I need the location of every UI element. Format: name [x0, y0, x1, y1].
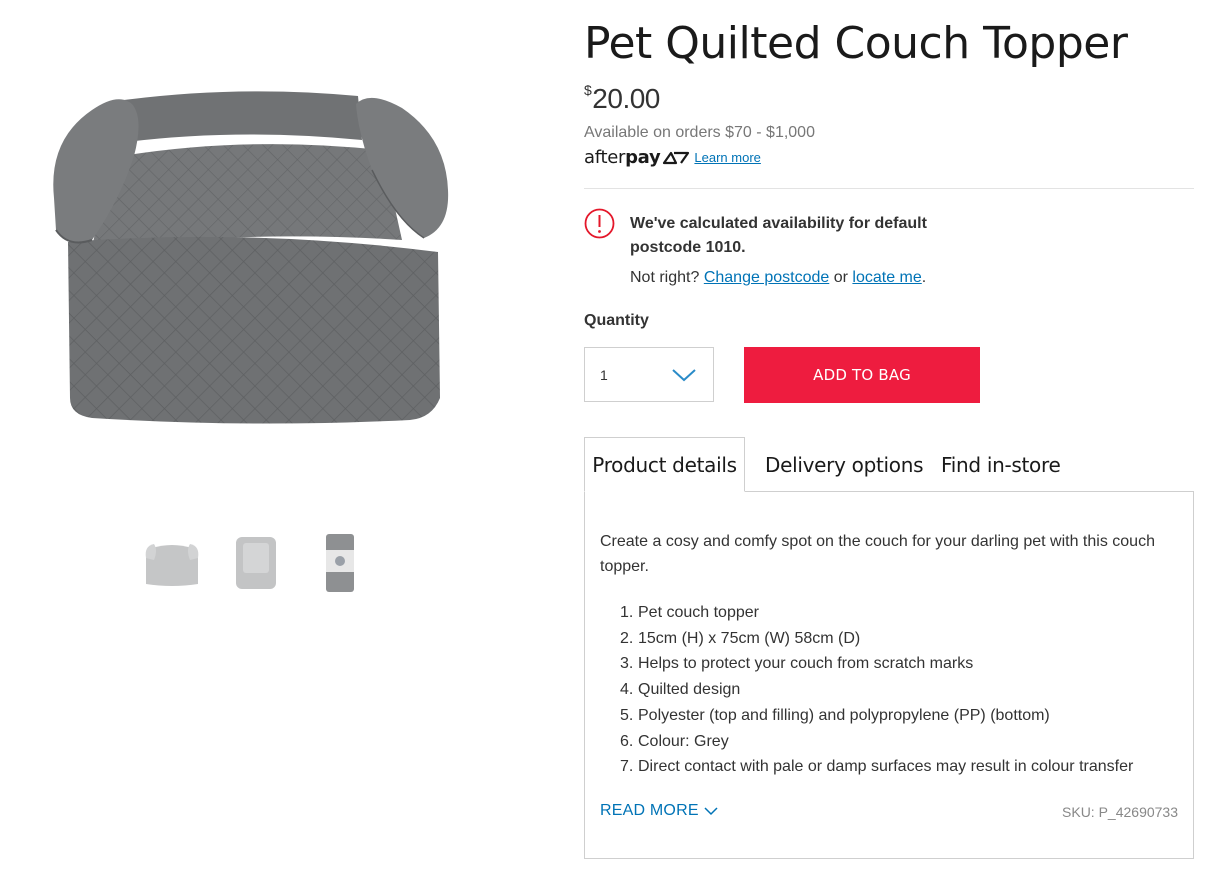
chevron-down-icon [672, 369, 696, 382]
feature-list: 1. Pet couch topper 2. 15cm (H) x 75cm (W)… [600, 600, 1180, 780]
list-item-text: Pet couch topper [638, 604, 759, 621]
afterpay-mark-icon [663, 151, 690, 164]
afterpay-logo-bold: pay [625, 147, 661, 168]
afterpay-row: after pay Learn more [584, 147, 761, 168]
product-tabs: Product details Delivery options Find in… [584, 437, 1194, 492]
product-description: Create a cosy and comfy spot on the couc… [600, 533, 1155, 575]
availability-subtext: Not right? Change postcode or locate me. [630, 269, 926, 287]
list-item-number: 3. [620, 655, 634, 673]
quantity-select[interactable]: 1 [584, 347, 714, 402]
list-item-text: Colour: Grey [638, 732, 729, 750]
quantity-value: 1 [600, 367, 608, 383]
thumbnail-strip [140, 530, 372, 596]
product-price: $20.00 [584, 82, 660, 115]
price-currency: $ [584, 82, 592, 98]
locate-me-link[interactable]: locate me [852, 269, 921, 286]
product-sku: SKU: P_42690733 [1062, 804, 1178, 820]
list-item-number: 6. [620, 732, 634, 750]
change-postcode-link[interactable]: Change postcode [704, 269, 829, 286]
availability-prefix: Not right? [630, 269, 700, 286]
afterpay-note: Available on orders $70 - $1,000 [584, 124, 815, 141]
list-item-number: 4. [620, 681, 634, 699]
list-item: 3. Helps to protect your couch from scrat… [600, 651, 1180, 677]
tab-product-details[interactable]: Product details [584, 437, 745, 492]
list-item-text: Polyester (top and filling) and polyprop… [638, 706, 1050, 724]
divider [584, 188, 1194, 189]
list-item: 7. Direct contact with pale or damp surfa… [600, 754, 1180, 780]
list-item: 6. Colour: Grey [600, 729, 1180, 755]
thumbnail-3[interactable] [308, 530, 372, 596]
tab-delivery-options[interactable]: Delivery options [765, 437, 924, 492]
read-more-label: READ MORE [600, 802, 699, 819]
availability-message: We've calculated availability for defaul… [630, 215, 927, 256]
product-details-panel: Create a cosy and comfy spot on the couc… [584, 491, 1194, 859]
afterpay-logo-prefix: after [584, 147, 626, 168]
main-product-image[interactable] [40, 80, 460, 430]
list-item-number: 2. [620, 629, 634, 647]
thumbnail-2[interactable] [224, 530, 288, 596]
list-item-text: Direct contact with pale or damp surface… [638, 758, 1134, 776]
list-item-number: 1. [620, 604, 634, 621]
list-item-text: Quilted design [638, 681, 741, 699]
availability-or: or [833, 269, 848, 286]
list-item: 2. 15cm (H) x 75cm (W) 58cm (D) [600, 626, 1180, 652]
list-item-text: 15cm (H) x 75cm (W) 58cm (D) [638, 629, 861, 647]
tab-find-in-store[interactable]: Find in-store [941, 437, 1061, 492]
list-item: 5. Polyester (top and filling) and polypr… [600, 703, 1180, 729]
list-item-number: 5. [620, 706, 634, 724]
price-value: 20.00 [592, 83, 660, 114]
afterpay-logo: after pay [584, 147, 690, 168]
list-item-number: 7. [620, 758, 634, 776]
thumbnail-1[interactable] [140, 530, 204, 596]
add-to-bag-button[interactable]: ADD TO BAG [744, 347, 980, 403]
quantity-label: Quantity [584, 312, 649, 329]
read-more-button[interactable]: READ MORE [600, 802, 718, 820]
product-title: Pet Quilted Couch Topper [584, 18, 1128, 69]
list-item: 1. Pet couch topper [600, 600, 1180, 626]
exclamation-circle-icon [584, 208, 615, 239]
product-gallery [0, 0, 560, 873]
list-item-text: Helps to protect your couch from scratch… [638, 655, 974, 673]
list-item: 4. Quilted design [600, 677, 1180, 703]
chevron-down-icon [704, 807, 718, 816]
availability-suffix: . [921, 269, 927, 286]
afterpay-learn-more-link[interactable]: Learn more [694, 150, 760, 165]
